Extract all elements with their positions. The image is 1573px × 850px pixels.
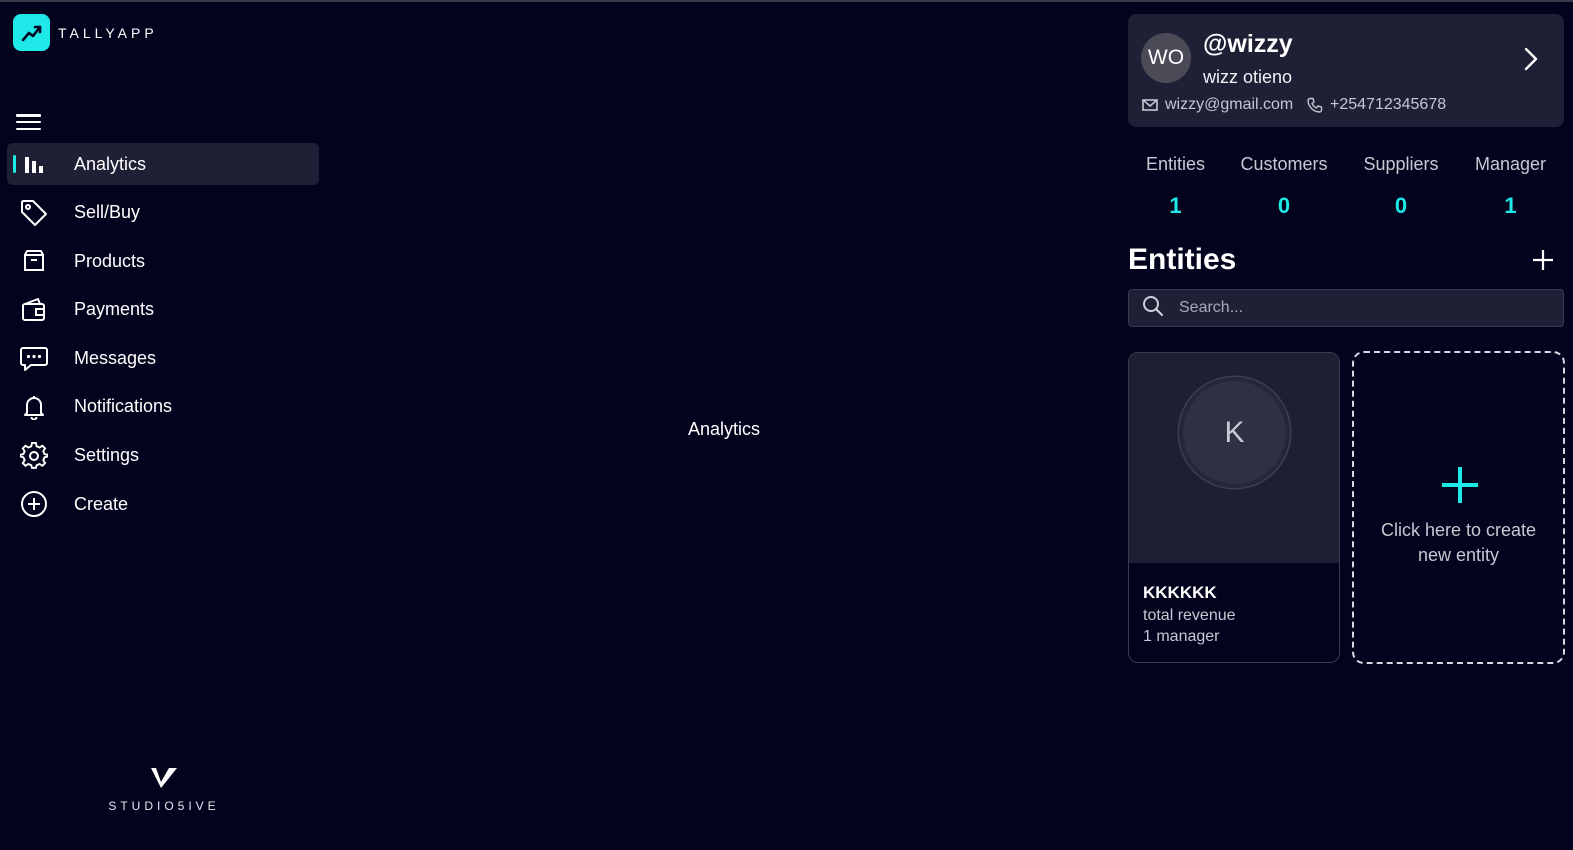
entity-name: KKKKKK (1143, 583, 1217, 602)
plus-icon (1440, 465, 1480, 510)
sidebar-item-label: Sell/Buy (74, 202, 141, 223)
sidebar-item-label: Settings (74, 445, 140, 466)
create-entity-label: Click here to create new entity (1380, 520, 1537, 565)
sidebar-nav: Analytics Sell/Buy Products Payments Mes… (7, 143, 319, 532)
entities-title: Entities (1128, 243, 1237, 276)
sidebar-item-products[interactable]: Products (7, 240, 319, 282)
studio-brand: STUDIO5IVE (107, 766, 221, 813)
search-bar (1128, 289, 1564, 327)
stat-value: 1 (1169, 193, 1182, 218)
stat-value: 0 (1277, 193, 1291, 218)
stat-value: 1 (1504, 193, 1517, 218)
chat-icon (19, 343, 49, 373)
stat-suppliers: Suppliers 0 (1345, 154, 1457, 219)
stat-label: Suppliers (1363, 154, 1439, 174)
create-entity-card[interactable]: Click here to create new entity (1352, 351, 1565, 664)
profile-card[interactable]: WO @wizzy wizz otieno wizzy@gmail.com +2… (1128, 14, 1564, 127)
search-icon (1142, 295, 1164, 322)
phone-icon (1307, 97, 1323, 113)
sidebar-item-label: Analytics (74, 153, 147, 174)
page-title: Analytics (688, 419, 761, 439)
entity-managers: 1 manager (1143, 628, 1220, 645)
sidebar-item-sell-buy[interactable]: Sell/Buy (7, 192, 319, 234)
mail-icon (1142, 99, 1158, 111)
profile-name: wizz otieno (1203, 67, 1293, 87)
stat-label: Entities (1145, 154, 1206, 174)
stat-label: Customers (1240, 154, 1328, 174)
profile-phone: +254712345678 (1307, 96, 1446, 114)
gear-icon (19, 441, 49, 471)
search-input[interactable] (1179, 299, 1549, 317)
sidebar-item-label: Products (74, 250, 146, 271)
sidebar-item-label: Notifications (74, 396, 173, 417)
tag-icon (19, 198, 49, 228)
sidebar-item-label: Messages (74, 347, 157, 368)
plus-icon (1533, 250, 1553, 270)
bell-icon (19, 392, 49, 422)
avatar: WO (1141, 33, 1191, 83)
phone-text: +254712345678 (1330, 96, 1447, 113)
app-name: TALLYAPP (58, 24, 158, 41)
bar-chart-icon (19, 149, 49, 179)
sidebar-item-payments[interactable]: Payments (7, 289, 319, 331)
trend-icon (13, 14, 50, 51)
studio-name: STUDIO5IVE (108, 799, 220, 813)
sidebar-item-label: Payments (74, 299, 155, 320)
stat-value: 0 (1394, 193, 1408, 218)
profile-email: wizzy@gmail.com (1142, 96, 1293, 114)
chevron-right-icon[interactable] (1524, 47, 1538, 76)
sidebar-item-label: Create (74, 493, 129, 514)
active-indicator (13, 155, 16, 173)
stats-row: Entities 1 Customers 0 Suppliers 0 Manag… (1128, 154, 1564, 219)
sidebar-item-create[interactable]: Create (7, 483, 319, 525)
entity-revenue: total revenue (1143, 607, 1236, 624)
stat-label: Manager (1474, 154, 1547, 174)
sidebar-item-messages[interactable]: Messages (7, 337, 319, 379)
stat-manager: Manager 1 (1457, 154, 1564, 219)
profile-handle: @wizzy (1203, 30, 1293, 58)
sidebar-item-notifications[interactable]: Notifications (7, 386, 319, 428)
stat-entities: Entities 1 (1128, 154, 1223, 219)
plus-circle-icon (19, 489, 49, 519)
email-text: wizzy@gmail.com (1165, 96, 1294, 113)
stat-customers: Customers 0 (1223, 154, 1345, 219)
box-icon (19, 246, 49, 276)
add-entity-button[interactable] (1531, 248, 1555, 277)
hamburger-icon[interactable] (16, 112, 41, 132)
studio-logo-icon (151, 768, 177, 788)
entity-card-header: K (1129, 353, 1339, 563)
entity-avatar: K (1179, 377, 1290, 488)
wallet-icon (19, 295, 49, 325)
sidebar-item-analytics[interactable]: Analytics (7, 143, 319, 185)
entity-card[interactable]: K KKKKKK total revenue 1 manager (1128, 352, 1340, 663)
sidebar-item-settings[interactable]: Settings (7, 435, 319, 477)
app-logo[interactable]: TALLYAPP (13, 14, 158, 51)
